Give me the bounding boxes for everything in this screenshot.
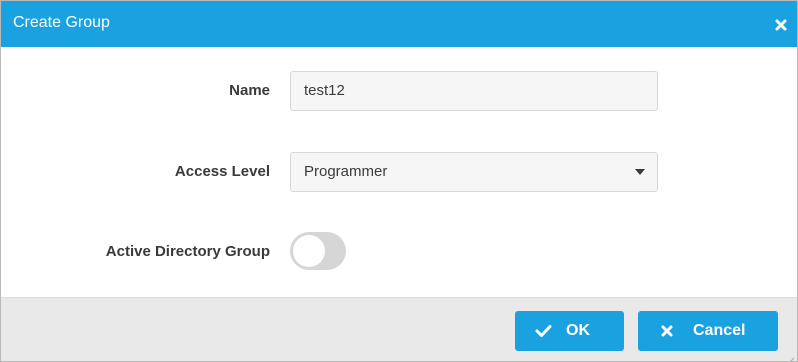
access-level-select[interactable]: Programmer (290, 152, 658, 192)
dialog-body: Name test12 Access Level Programmer Acti… (1, 47, 797, 297)
toggle-knob (293, 235, 325, 267)
access-level-row: Access Level Programmer (1, 152, 797, 192)
create-group-dialog: Create Group Name test12 Access Level Pr… (0, 0, 798, 362)
access-level-value: Programmer (304, 163, 388, 180)
dialog-title: Create Group (13, 14, 110, 31)
name-value: test12 (304, 82, 345, 99)
close-icon[interactable] (773, 17, 789, 33)
active-directory-label: Active Directory Group (105, 243, 270, 260)
dialog-titlebar: Create Group (1, 1, 797, 47)
access-level-label: Access Level (174, 163, 270, 180)
name-row: Name test12 (1, 71, 797, 111)
active-directory-toggle[interactable] (290, 232, 346, 270)
name-label: Name (229, 82, 270, 99)
check-icon (535, 323, 552, 344)
close-icon (659, 323, 675, 344)
ok-button[interactable]: OK (515, 311, 624, 351)
resize-grip-icon[interactable] (787, 352, 795, 361)
caret-down-icon (635, 169, 645, 175)
name-field[interactable]: test12 (290, 71, 658, 111)
ok-label: OK (566, 322, 590, 339)
cancel-label: Cancel (693, 322, 746, 339)
dialog-footer: OK Cancel (1, 297, 797, 361)
active-directory-row: Active Directory Group (1, 232, 797, 272)
cancel-button[interactable]: Cancel (638, 311, 778, 351)
